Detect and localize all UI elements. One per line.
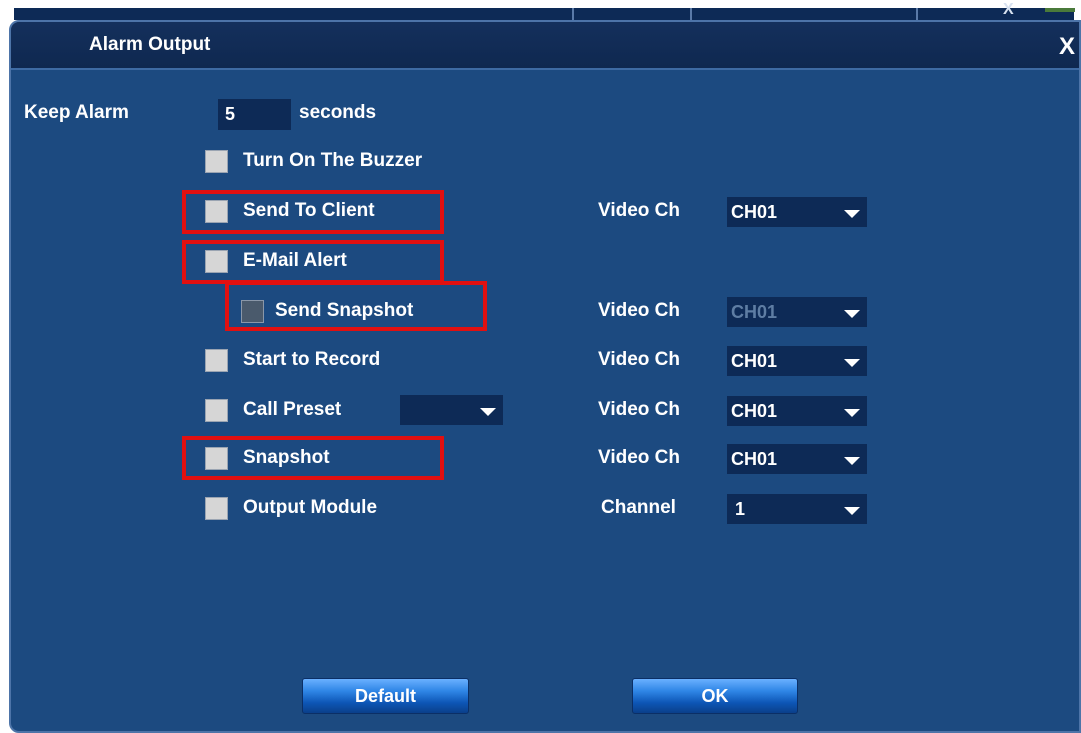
send-to-client-channel-value: CH01 (731, 202, 778, 222)
send-to-client-label: Send To Client (243, 200, 375, 221)
send-to-client-video-ch-label: Video Ch (598, 200, 680, 221)
start-record-channel-value: CH01 (731, 351, 778, 371)
call-preset-select[interactable] (400, 395, 503, 425)
chevron-down-icon (844, 359, 860, 367)
output-module-channel-select[interactable]: 1 (727, 494, 867, 524)
email-alert-label: E-Mail Alert (243, 250, 347, 271)
chevron-down-icon (844, 210, 860, 218)
dialog-titlebar: Alarm Output X (11, 22, 1079, 70)
chevron-down-icon (480, 408, 496, 416)
output-module-label: Output Module (243, 497, 378, 518)
call-preset-label: Call Preset (243, 399, 342, 420)
chevron-down-icon (844, 310, 860, 318)
send-to-client-checkbox[interactable] (205, 200, 228, 223)
snapshot-channel-value: CH01 (731, 449, 778, 469)
snapshot-channel-select[interactable]: CH01 (727, 444, 867, 474)
background-bar (14, 8, 1074, 20)
send-snapshot-channel-select[interactable]: CH01 (727, 297, 867, 327)
buzzer-label: Turn On The Buzzer (243, 150, 423, 171)
send-snapshot-video-ch-label: Video Ch (598, 300, 680, 321)
chevron-down-icon (844, 409, 860, 417)
start-record-label: Start to Record (243, 349, 381, 370)
snapshot-video-ch-label: Video Ch (598, 447, 680, 468)
dialog-title: Alarm Output (89, 34, 211, 55)
keep-alarm-input[interactable] (218, 99, 291, 130)
output-module-checkbox[interactable] (205, 497, 228, 520)
ok-button[interactable]: OK (632, 678, 798, 714)
background-indicator (1045, 8, 1075, 12)
start-record-checkbox[interactable] (205, 349, 228, 372)
background-divider (690, 8, 692, 20)
call-preset-channel-select[interactable]: CH01 (727, 396, 867, 426)
send-snapshot-label: Send Snapshot (275, 300, 414, 321)
snapshot-checkbox[interactable] (205, 447, 228, 470)
chevron-down-icon (844, 457, 860, 465)
default-button[interactable]: Default (302, 678, 469, 714)
background-close-icon: X (1003, 1, 1014, 18)
background-divider (572, 8, 574, 20)
send-snapshot-checkbox[interactable] (241, 300, 264, 323)
start-record-channel-select[interactable]: CH01 (727, 346, 867, 376)
output-module-channel-label: Channel (601, 497, 676, 518)
chevron-down-icon (844, 507, 860, 515)
call-preset-checkbox[interactable] (205, 399, 228, 422)
snapshot-label: Snapshot (243, 447, 330, 468)
close-icon[interactable]: X (1055, 35, 1079, 59)
send-to-client-channel-select[interactable]: CH01 (727, 197, 867, 227)
keep-alarm-label: Keep Alarm (24, 102, 129, 123)
background-screen: X (0, 0, 1081, 20)
start-record-video-ch-label: Video Ch (598, 349, 680, 370)
output-module-channel-value: 1 (735, 499, 746, 519)
seconds-label: seconds (299, 102, 377, 123)
background-divider (916, 8, 918, 20)
email-alert-checkbox[interactable] (205, 250, 228, 273)
call-preset-channel-value: CH01 (731, 401, 778, 421)
buzzer-checkbox[interactable] (205, 150, 228, 173)
call-preset-video-ch-label: Video Ch (598, 399, 680, 420)
alarm-output-dialog: Alarm Output X Keep Alarm seconds Turn O… (9, 20, 1081, 733)
send-snapshot-channel-value: CH01 (731, 302, 778, 322)
